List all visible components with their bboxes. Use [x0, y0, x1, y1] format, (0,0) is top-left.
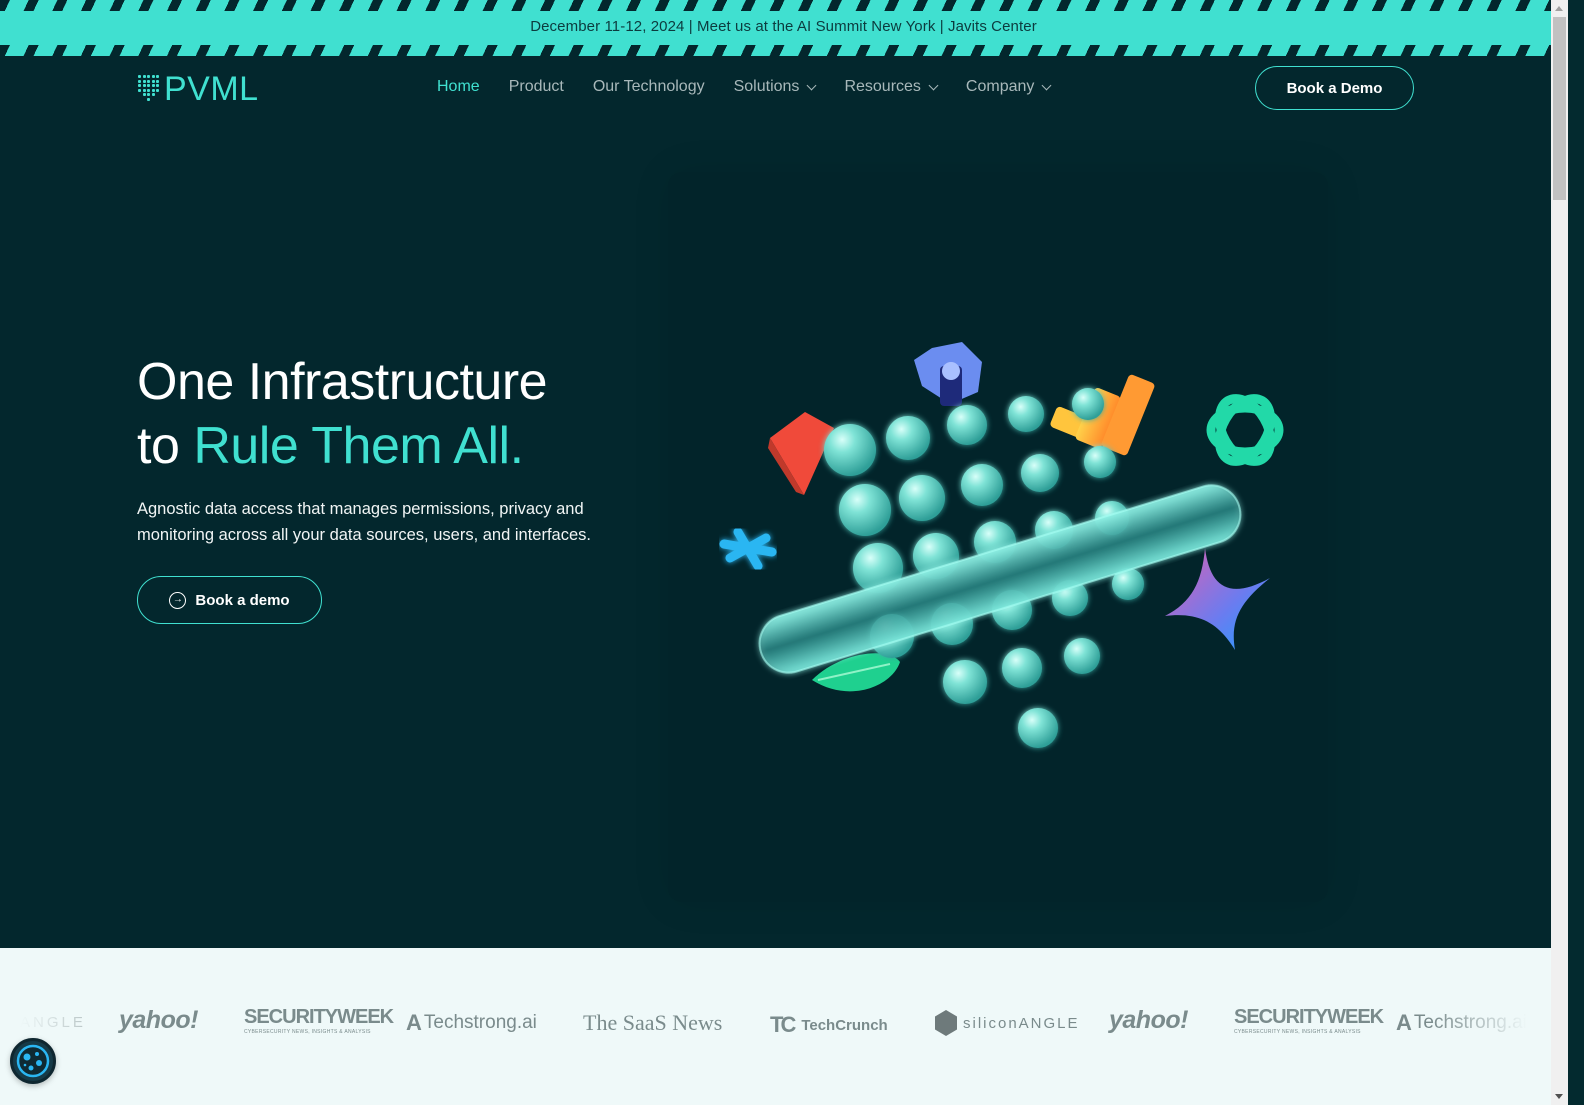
site-header: PVML Home Product Our Technology Solutio…: [0, 56, 1567, 122]
chevron-down-icon: [928, 80, 939, 90]
bar-chart-icon: [1050, 374, 1155, 456]
nav-label: Product: [508, 78, 564, 95]
press-logo-techcrunch[interactable]: TC TechCrunch: [770, 1012, 888, 1038]
cookie-settings-button[interactable]: [10, 1038, 56, 1084]
hexagon-icon: [914, 342, 982, 406]
techstrong-mark-icon: A: [406, 1010, 422, 1035]
scroll-up-arrow-icon[interactable]: [1555, 6, 1563, 11]
hero-illustration: [719, 342, 1284, 748]
press-logo-tagline: CYBERSECURITY NEWS, INSIGHTS & ANALYSIS: [1234, 1029, 1361, 1035]
announcement-text[interactable]: December 11-12, 2024 | Meet us at the AI…: [0, 18, 1567, 35]
techstrong-mark-icon: A: [1396, 1010, 1412, 1035]
press-logo-techstrong[interactable]: A Techstrong.ai: [406, 1010, 537, 1036]
press-logo-siliconangle[interactable]: siliconANGLE: [935, 1010, 1080, 1036]
nav-label: Solutions: [733, 78, 800, 95]
press-logo-saas-news[interactable]: The SaaS News: [583, 1010, 722, 1036]
press-logo-yahoo[interactable]: yahoo!: [119, 1006, 198, 1035]
book-a-demo-button[interactable]: Book a Demo: [1255, 66, 1414, 110]
press-logo-text: TechCrunch: [801, 1016, 888, 1034]
logo[interactable]: PVML: [138, 69, 259, 108]
stripe-decoration-bottom: [0, 45, 1567, 56]
hero-book-demo-button[interactable]: → Book a demo: [137, 576, 322, 624]
hero-button-label: Book a demo: [195, 591, 290, 609]
openai-logo-icon: [1206, 394, 1284, 466]
stripe-decoration-top: [0, 0, 1567, 11]
press-logo-text: SECURITYWEEK: [244, 1006, 394, 1028]
fade-overlay-right: [1431, 948, 1551, 1105]
press-logo-text: yahoo!: [1109, 1006, 1188, 1034]
chevron-down-icon: [1041, 80, 1052, 90]
press-logo-text: yahoo!: [119, 1006, 198, 1034]
nav-label: Resources: [844, 78, 921, 95]
arrow-right-circle-icon: →: [169, 591, 187, 609]
hero-title-line2-plain: to: [137, 417, 194, 475]
hero-subtitle: Agnostic data access that manages permis…: [137, 500, 591, 544]
nav-item-our-technology[interactable]: Our Technology: [593, 78, 705, 96]
hero-title-line1: One Infrastructure: [137, 353, 548, 411]
scrollbar-thumb[interactable]: [1553, 17, 1566, 200]
nav-item-home[interactable]: Home: [437, 78, 480, 96]
siliconangle-hex-icon: [935, 1010, 957, 1036]
hero-title-accent: Rule Them All.: [193, 417, 524, 475]
announcement-bar[interactable]: December 11-12, 2024 | Meet us at the AI…: [0, 0, 1567, 56]
sparkle-star-icon: [1165, 548, 1270, 650]
cookie-icon: [16, 1044, 50, 1078]
snowflake-icon: [719, 527, 777, 571]
press-logo-text: Techstrong.ai: [423, 1012, 537, 1033]
press-logo-securityweek-2[interactable]: SECURITYWEEK CYBERSECURITY NEWS, INSIGHT…: [1234, 1006, 1384, 1035]
press-logos-strip: ANGLE yahoo! SECURITYWEEK CYBERSECURITY …: [0, 948, 1551, 1105]
fade-overlay-left: [0, 948, 100, 1105]
press-logo-text: The SaaS News: [583, 1010, 723, 1035]
page: December 11-12, 2024 | Meet us at the AI…: [0, 0, 1567, 1105]
techcrunch-mark-icon: TC: [770, 1012, 796, 1037]
nav-item-resources[interactable]: Resources: [844, 78, 939, 96]
chevron-down-icon: [806, 80, 817, 90]
press-logo-yahoo-2[interactable]: yahoo!: [1109, 1006, 1188, 1035]
glass-tube: [758, 484, 1242, 674]
nav-item-solutions[interactable]: Solutions: [733, 78, 817, 96]
press-logo-text: SECURITYWEEK: [1234, 1006, 1384, 1028]
red-cube-icon: [768, 412, 834, 495]
press-logo-tagline: CYBERSECURITY NEWS, INSIGHTS & ANALYSIS: [244, 1029, 371, 1035]
press-logo-text: siliconANGLE: [963, 1014, 1080, 1032]
logo-dots-icon: [138, 75, 160, 103]
nav-item-product[interactable]: Product: [509, 78, 564, 96]
nav-label: Home: [437, 78, 480, 95]
page-scrollbar[interactable]: [1551, 0, 1568, 1105]
scroll-down-arrow-icon[interactable]: [1555, 1094, 1563, 1099]
nav-label: Company: [965, 78, 1035, 95]
nav-label: Our Technology: [592, 78, 705, 95]
press-logo-securityweek[interactable]: SECURITYWEEK CYBERSECURITY NEWS, INSIGHT…: [244, 1006, 394, 1035]
nav-item-company[interactable]: Company: [965, 78, 1052, 96]
main-nav: Home Product Our Technology Solutions Re…: [437, 78, 1052, 96]
hero-title: One Infrastructure to Rule Them All.: [137, 350, 548, 478]
logo-text: PVML: [164, 69, 259, 108]
